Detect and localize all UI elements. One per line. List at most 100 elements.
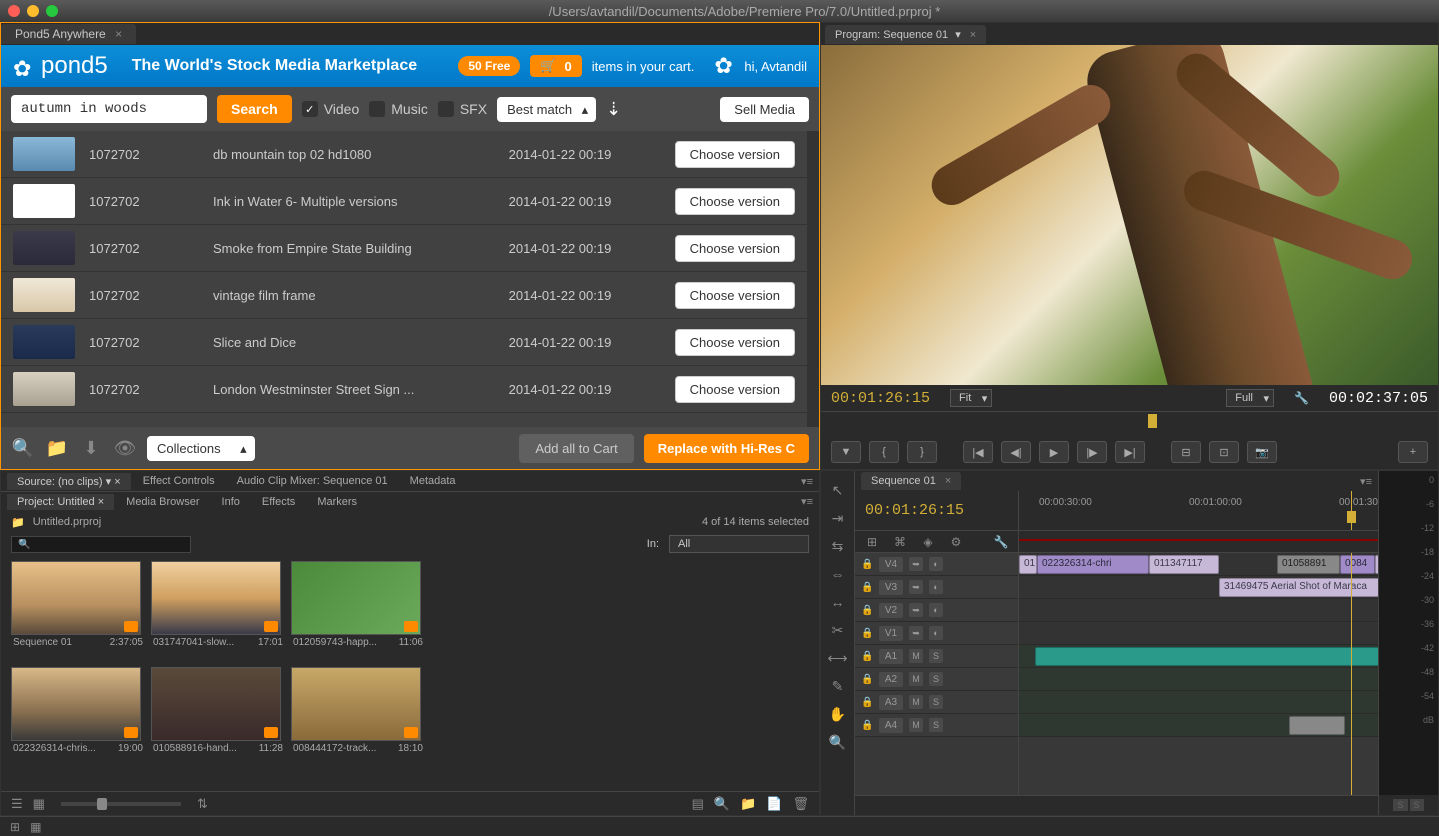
timeline-timecode[interactable]: 00:01:26:15 <box>865 502 964 519</box>
zoom-fit-dropdown[interactable]: Fit <box>950 389 992 407</box>
lock-icon[interactable]: 🔒 <box>861 582 873 593</box>
play-button[interactable]: ▶ <box>1039 441 1069 463</box>
collections-dropdown[interactable]: Collections <box>147 436 255 461</box>
link-icon[interactable]: ⌘ <box>889 531 911 553</box>
audio-track[interactable] <box>1019 691 1378 714</box>
rate-stretch-tool-icon[interactable]: ↔ <box>827 591 849 613</box>
choose-version-button[interactable]: Choose version <box>675 141 795 168</box>
track-header[interactable]: 🔒 A4 M S <box>855 714 1018 737</box>
timeline-clip[interactable] <box>1289 716 1345 735</box>
timeline-clip[interactable]: 01058891 <box>1277 555 1340 574</box>
timeline-clip[interactable] <box>1035 647 1378 666</box>
settings-icon[interactable]: ⚙ <box>945 531 967 553</box>
search-button[interactable]: Search <box>217 95 292 123</box>
rolling-tool-icon[interactable]: ⇔ <box>827 563 849 585</box>
playhead-icon[interactable] <box>1148 414 1157 428</box>
go-out-button[interactable]: ▶| <box>1115 441 1145 463</box>
bin-item[interactable]: Sequence 01 2:37:05 <box>11 561 145 661</box>
download-icon[interactable]: ⬇ <box>79 436 103 460</box>
sort-icon[interactable]: ⇅ <box>197 796 208 812</box>
solo-button[interactable]: S <box>1393 799 1407 811</box>
lock-icon[interactable]: 🔒 <box>861 559 873 570</box>
selection-tool-icon[interactable]: ↖ <box>827 479 849 501</box>
current-timecode[interactable]: 00:01:26:15 <box>831 390 930 407</box>
resolution-dropdown[interactable]: Full <box>1226 389 1274 407</box>
choose-version-button[interactable]: Choose version <box>675 329 795 356</box>
tab-source[interactable]: Source: (no clips) ▾ × <box>7 473 131 490</box>
extract-button[interactable]: ⊡ <box>1209 441 1239 463</box>
folder-icon[interactable]: 📁 <box>45 436 69 460</box>
audio-track[interactable] <box>1019 668 1378 691</box>
result-row[interactable]: 1072702 Ink in Water 6- Multiple version… <box>1 178 807 225</box>
track-header[interactable]: 🔒 A3 M S <box>855 691 1018 714</box>
step-back-button[interactable]: ◀| <box>1001 441 1031 463</box>
video-track[interactable] <box>1019 622 1378 645</box>
timeline-tracks[interactable]: 01022326314-chri011347117010588910084025… <box>1019 553 1378 795</box>
playhead[interactable] <box>1351 491 1352 530</box>
tab-audio-mixer[interactable]: Audio Clip Mixer: Sequence 01 <box>227 473 398 489</box>
track-toggle-button[interactable]: ◐ <box>929 557 943 571</box>
timeline-clip[interactable]: 01 <box>1019 555 1037 574</box>
slip-tool-icon[interactable]: ⟷ <box>827 647 849 669</box>
choose-version-button[interactable]: Choose version <box>675 282 795 309</box>
choose-version-button[interactable]: Choose version <box>675 235 795 262</box>
result-row[interactable]: 1072702 Slice and Dice 2014-01-22 00:19 … <box>1 319 807 366</box>
track-toggle-button[interactable]: ◐ <box>929 626 943 640</box>
go-in-button[interactable]: |◀ <box>963 441 993 463</box>
lock-icon[interactable]: 🔒 <box>861 628 873 639</box>
export-frame-button[interactable]: 📷 <box>1247 441 1277 463</box>
program-ruler[interactable] <box>821 411 1438 435</box>
workspace-icon[interactable]: ⊞ <box>10 820 20 834</box>
find-icon[interactable]: 🔍 <box>714 796 730 812</box>
arrow-down-icon[interactable]: ⇣ <box>606 99 621 120</box>
timeline-clip[interactable]: 011347117 <box>1149 555 1219 574</box>
free-badge[interactable]: 50 Free <box>458 56 520 76</box>
filter-sfx[interactable]: SFX <box>438 101 487 117</box>
add-all-cart-button[interactable]: Add all to Cart <box>519 434 633 463</box>
track-header[interactable]: 🔒 A1 M S <box>855 645 1018 668</box>
track-toggle-button[interactable]: M <box>909 718 923 732</box>
sort-dropdown[interactable]: Best match <box>497 97 596 122</box>
bin-item[interactable]: 012059743-happ... 11:06 <box>291 561 425 661</box>
close-icon[interactable]: × <box>115 27 122 41</box>
timeline-clip[interactable]: 0084 <box>1340 555 1375 574</box>
track-toggle-button[interactable]: ◐ <box>929 603 943 617</box>
step-forward-button[interactable]: |▶ <box>1077 441 1107 463</box>
list-view-icon[interactable]: ☰ <box>11 796 23 812</box>
timeline-ruler[interactable]: 00:00:30:0000:01:00:0000:01:30:0000:02:0… <box>1019 491 1378 530</box>
lock-icon[interactable]: 🔒 <box>861 651 873 662</box>
work-area-bar[interactable] <box>1019 539 1378 541</box>
track-header[interactable]: 🔒 V1 ➥ ◐ <box>855 622 1018 645</box>
window-minimize-icon[interactable] <box>27 5 39 17</box>
track-toggle-button[interactable]: M <box>909 649 923 663</box>
zoom-tool-icon[interactable]: 🔍 <box>827 731 849 753</box>
tab-markers[interactable]: Markers <box>307 494 367 510</box>
razor-tool-icon[interactable]: ✂ <box>827 619 849 641</box>
snap-icon[interactable]: ⊞ <box>861 531 883 553</box>
timeline-clip[interactable]: 31469475 Aerial Shot of Maraca <box>1219 578 1378 597</box>
scrollbar[interactable] <box>807 131 819 427</box>
result-row[interactable]: 1072702 db mountain top 02 hd1080 2014-0… <box>1 131 807 178</box>
track-toggle-button[interactable]: S <box>929 695 943 709</box>
close-icon[interactable]: × <box>114 476 120 488</box>
pond5-tab[interactable]: Pond5 Anywhere × <box>1 24 136 44</box>
panel-menu-icon[interactable]: ▾≡ <box>801 475 813 488</box>
solo-button[interactable]: S <box>1410 799 1424 811</box>
new-item-icon[interactable]: 📄 <box>766 796 782 812</box>
result-row[interactable]: 1072702 Smoke from Empire State Building… <box>1 225 807 272</box>
window-close-icon[interactable] <box>8 5 20 17</box>
result-row[interactable]: 1072702 London Westminster Street Sign .… <box>1 366 807 413</box>
bin-item[interactable]: 022326314-chris... 19:00 <box>11 667 145 767</box>
automate-icon[interactable]: ▤ <box>692 796 704 812</box>
bin-item[interactable]: 008444172-track... 18:10 <box>291 667 425 767</box>
view-icon[interactable]: ▦ <box>30 820 41 834</box>
wrench-icon[interactable]: 🔧 <box>990 531 1012 553</box>
eye-icon[interactable]: 👁 <box>113 436 137 460</box>
add-marker-button[interactable]: ▼ <box>831 441 861 463</box>
program-tab[interactable]: Program: Sequence 01 ▾ × <box>825 25 986 44</box>
track-toggle-button[interactable]: ◐ <box>929 580 943 594</box>
replace-hires-button[interactable]: Replace with Hi-Res C <box>644 434 809 463</box>
panel-menu-icon[interactable]: ▾≡ <box>1360 475 1372 488</box>
track-header[interactable]: 🔒 A2 M S <box>855 668 1018 691</box>
user-menu[interactable]: hi, Avtandil <box>714 55 807 77</box>
